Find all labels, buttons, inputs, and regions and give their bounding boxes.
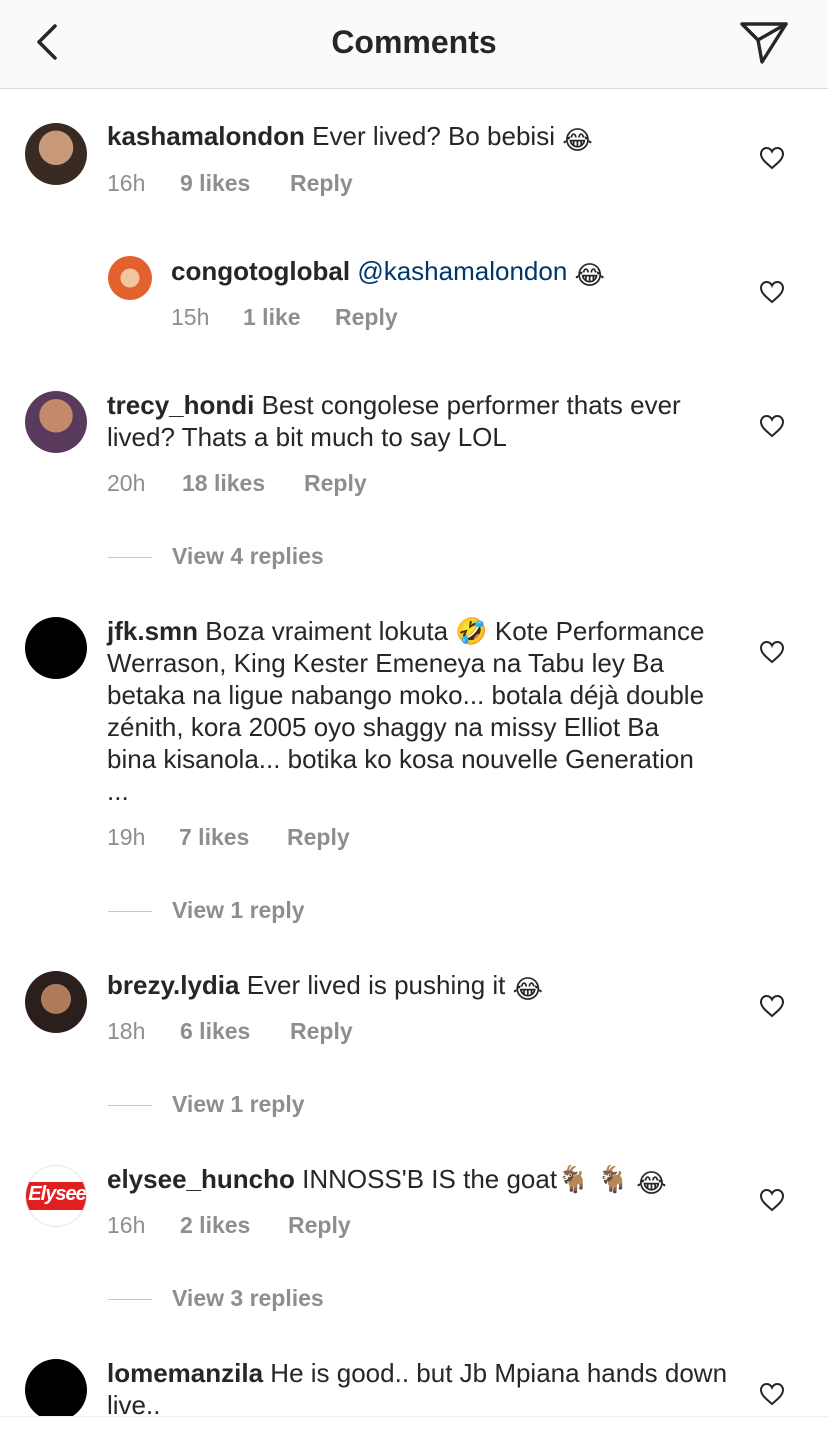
comment-likes[interactable]: 2 likes (180, 1210, 250, 1240)
paper-plane-icon[interactable] (738, 18, 790, 66)
divider-line (108, 911, 152, 913)
view-replies-link[interactable]: View 1 reply (108, 895, 305, 925)
comment-likes[interactable]: 1 like (243, 302, 301, 332)
comment-body: Ever lived is pushing it (246, 970, 506, 1000)
reply-button[interactable]: Reply (288, 1210, 351, 1240)
view-replies-label: View 1 reply (172, 897, 305, 923)
reply-button[interactable]: Reply (290, 168, 353, 198)
avatar[interactable] (25, 971, 87, 1033)
comment-username[interactable]: jfk.smn (107, 616, 198, 646)
view-replies-link[interactable]: View 1 reply (108, 1089, 305, 1119)
avatar[interactable] (108, 256, 152, 300)
comment-text: congotoglobal @kashamalondon 😂 (171, 255, 731, 291)
view-replies-label: View 1 reply (172, 1091, 305, 1117)
comment-time: 16h (107, 1212, 146, 1238)
comment-meta: 18h 6 likes Reply (107, 1016, 407, 1046)
comment-time: 15h (171, 304, 210, 330)
view-replies-label: View 4 replies (172, 543, 324, 569)
heart-outline-icon[interactable] (759, 414, 785, 438)
mention-link[interactable]: @kashamalondon (357, 256, 567, 286)
comment-username[interactable]: trecy_hondi (107, 390, 254, 420)
comment-body: INNOSS'B IS the goat🐐 🐐 (302, 1164, 630, 1194)
heart-outline-icon[interactable] (759, 640, 785, 664)
comment-body: Ever lived? Bo bebisi (312, 121, 555, 151)
comment-text: elysee_huncho INNOSS'B IS the goat🐐 🐐 😂 (107, 1163, 747, 1199)
reply-button[interactable]: Reply (290, 1016, 353, 1046)
comment-meta: 20h 18 likes Reply (107, 468, 407, 498)
laughing-emoji: 😂 (562, 125, 593, 155)
page-title: Comments (331, 24, 497, 60)
heart-outline-icon[interactable] (759, 280, 785, 304)
header-bar: Comments (0, 0, 828, 89)
laughing-emoji: 😂 (636, 1168, 667, 1198)
avatar[interactable]: Elysee (25, 1165, 87, 1227)
comment-time: 19h (107, 824, 146, 850)
avatar[interactable] (25, 617, 87, 679)
comment-username[interactable]: elysee_huncho (107, 1164, 295, 1194)
comment-likes[interactable]: 7 likes (179, 822, 249, 852)
comment-username[interactable]: brezy.lydia (107, 970, 239, 1000)
comment-time: 18h (107, 1018, 146, 1044)
comment-username[interactable]: lomemanzila (107, 1358, 263, 1388)
comment-meta: 19h 7 likes Reply (107, 822, 407, 852)
comment-meta: 16h 2 likes Reply (107, 1210, 407, 1240)
comment-likes[interactable]: 9 likes (180, 168, 250, 198)
laughing-emoji: 😂 (512, 974, 544, 1004)
heart-outline-icon[interactable] (759, 1188, 785, 1212)
reply-button[interactable]: Reply (287, 822, 350, 852)
comment-text: kashamalondon Ever lived? Bo bebisi 😂 (107, 120, 727, 156)
laughing-emoji: 😂 (574, 260, 605, 290)
view-replies-link[interactable]: View 4 replies (108, 541, 324, 571)
comment-meta: 15h 1 like Reply (171, 302, 471, 332)
divider-line (108, 1105, 152, 1107)
divider-line (108, 1299, 152, 1301)
view-replies-link[interactable]: View 3 replies (108, 1283, 324, 1313)
comment-meta: 16h 9 likes Reply (107, 168, 407, 198)
comment-likes[interactable]: 18 likes (182, 468, 265, 498)
avatar[interactable] (25, 391, 87, 453)
comment-username[interactable]: congotoglobal (171, 256, 350, 286)
comment-text: brezy.lydia Ever lived is pushing it 😂 (107, 969, 727, 1005)
avatar-logo-text: Elysee (28, 1183, 86, 1205)
avatar[interactable] (25, 1359, 87, 1421)
avatar[interactable] (25, 123, 87, 185)
reply-button[interactable]: Reply (335, 302, 398, 332)
reply-button[interactable]: Reply (304, 468, 367, 498)
comment-text: lomemanzila He is good.. but Jb Mpiana h… (107, 1357, 737, 1421)
heart-outline-icon[interactable] (759, 1382, 785, 1406)
comment-time: 16h (107, 170, 146, 196)
comment-time: 20h (107, 470, 146, 496)
comment-text: jfk.smn Boza vraiment lokuta 🤣 Kote Perf… (107, 615, 707, 807)
comment-username[interactable]: kashamalondon (107, 121, 305, 151)
comment-text: trecy_hondi Best congolese performer tha… (107, 389, 727, 453)
heart-outline-icon[interactable] (759, 146, 785, 170)
divider-line (108, 557, 152, 559)
heart-outline-icon[interactable] (759, 994, 785, 1018)
comment-likes[interactable]: 6 likes (180, 1016, 250, 1046)
view-replies-label: View 3 replies (172, 1285, 324, 1311)
bottom-bar (0, 1416, 828, 1444)
